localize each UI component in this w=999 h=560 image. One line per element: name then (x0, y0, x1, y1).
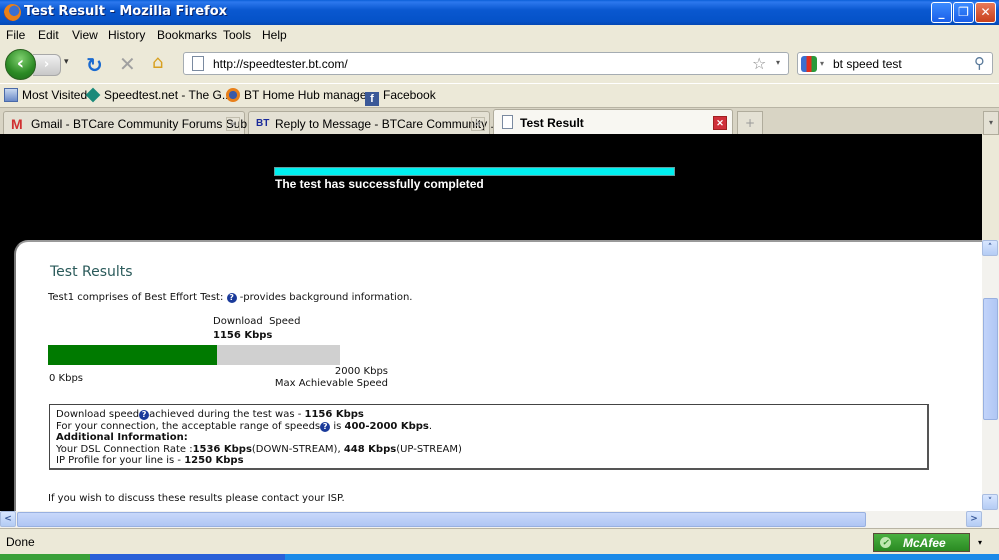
speedtest-icon (85, 87, 101, 103)
scroll-down-button[interactable]: ˅ (982, 494, 998, 510)
forward-button[interactable]: › (33, 54, 61, 76)
bookmark-most-visited[interactable]: Most Visited (4, 88, 87, 102)
page-content: The test has successfully completed Test… (0, 134, 982, 511)
download-speed-value: 1156 Kbps (213, 330, 273, 341)
history-dropdown-icon[interactable]: ▾ (64, 57, 69, 67)
info-line-dsl-rate: Your DSL Connection Rate :1536 Kbps(DOWN… (56, 443, 462, 455)
menu-tools[interactable]: Tools (223, 28, 251, 42)
tab-bar: M Gmail - BTCare Community Forums Sub...… (0, 107, 999, 135)
home-button[interactable]: ⌂ (152, 52, 163, 73)
close-button[interactable]: ✕ (975, 2, 996, 23)
scroll-up-button[interactable]: ˄ (982, 240, 998, 256)
tab-list-dropdown[interactable]: ▾ (983, 111, 999, 135)
status-text: Done (6, 535, 35, 549)
bt-hub-icon (226, 88, 240, 102)
back-button[interactable]: ‹ (5, 49, 36, 80)
scroll-right-button[interactable]: > (966, 511, 982, 527)
status-bar: Done ✓ McAfee ▾ (0, 528, 999, 554)
bookmark-facebook[interactable]: f Facebook (365, 88, 436, 106)
meter-min-label: 0 Kbps (49, 373, 84, 384)
intro-text: Test1 comprises of Best Effort Test: ? -… (48, 292, 413, 303)
title-bar: Test Result - Mozilla Firefox _ ❐ ✕ (0, 0, 999, 25)
bookmark-bt-home-hub[interactable]: BT Home Hub manage... (226, 88, 377, 102)
info-line-range: For your connection, the acceptable rang… (56, 420, 433, 432)
menu-file[interactable]: File (6, 28, 25, 42)
test-progress-bar (274, 167, 675, 176)
gmail-icon: M (11, 116, 23, 132)
menu-bar: File Edit View History Bookmarks Tools H… (0, 25, 999, 45)
search-input[interactable]: bt speed test (833, 57, 902, 71)
search-icon[interactable]: ⚲ (974, 54, 985, 72)
menu-bookmarks[interactable]: Bookmarks (157, 28, 217, 42)
vertical-scrollbar[interactable]: ˄ ˅ (982, 240, 999, 511)
info-box: Download speed? achieved during the test … (49, 404, 929, 470)
results-title: Test Results (50, 264, 133, 280)
meter-max-label: 2000 Kbps Max Achievable Speed (274, 366, 388, 389)
tab-close-button[interactable]: ✕ (471, 117, 485, 131)
page-icon (502, 115, 513, 129)
speed-meter (48, 345, 340, 365)
navigation-toolbar: › ‹ ▾ ↻ ✕ ⌂ http://speedtester.bt.com/ ☆… (0, 45, 999, 83)
mcafee-check-icon: ✓ (880, 537, 891, 548)
url-bar[interactable]: http://speedtester.bt.com/ ☆ ▾ (183, 52, 789, 75)
google-engine-icon[interactable] (801, 56, 817, 72)
download-speed-label: Download Speed (213, 316, 301, 327)
bookmarks-toolbar: Most Visited Speedtest.net - The G... BT… (0, 83, 999, 107)
window-title: Test Result - Mozilla Firefox (24, 4, 228, 19)
reload-button[interactable]: ↻ (86, 53, 103, 77)
scroll-left-button[interactable]: < (0, 511, 16, 527)
search-bar[interactable]: ▾ bt speed test ⚲ (797, 52, 993, 75)
new-tab-button[interactable]: + (737, 111, 763, 135)
test-status-message: The test has successfully completed (275, 177, 484, 191)
url-input[interactable]: http://speedtester.bt.com/ (213, 57, 348, 71)
tab-close-button[interactable]: ✕ (226, 117, 240, 131)
vertical-scroll-thumb[interactable] (983, 298, 998, 420)
tab-test-result[interactable]: Test Result ✕ (493, 109, 733, 135)
facebook-icon: f (365, 92, 379, 106)
horizontal-scrollbar[interactable]: < > (0, 511, 999, 528)
horizontal-scroll-thumb[interactable] (17, 512, 866, 527)
firefox-icon (4, 4, 21, 21)
most-visited-icon (4, 88, 18, 102)
minimize-button[interactable]: _ (931, 2, 952, 23)
results-panel: Test Results Test1 comprises of Best Eff… (14, 240, 982, 511)
engine-dropdown-icon[interactable]: ▾ (820, 59, 824, 68)
tab-reply-to-message[interactable]: BT Reply to Message - BTCare Community .… (248, 111, 500, 135)
tab-gmail[interactable]: M Gmail - BTCare Community Forums Sub...… (3, 111, 257, 135)
bt-icon: BT (256, 118, 270, 129)
contact-isp-text: If you wish to discuss these results ple… (48, 493, 345, 504)
taskbar (0, 554, 999, 560)
speed-meter-fill (48, 345, 217, 365)
tab-close-button[interactable]: ✕ (713, 116, 727, 130)
info-heading: Additional Information: (56, 432, 188, 443)
help-icon[interactable]: ? (320, 421, 331, 432)
maximize-button[interactable]: ❐ (953, 2, 974, 23)
menu-help[interactable]: Help (262, 28, 287, 42)
bookmark-speedtest[interactable]: Speedtest.net - The G... (85, 87, 232, 103)
mcafee-dropdown-icon[interactable]: ▾ (978, 538, 982, 547)
info-line-ip-profile: IP Profile for your line is - 1250 Kbps (56, 455, 244, 466)
help-icon[interactable]: ? (139, 410, 150, 420)
bookmark-star-icon[interactable]: ☆ (752, 54, 766, 73)
url-dropdown-icon[interactable]: ▾ (776, 58, 780, 67)
page-icon (192, 56, 204, 71)
menu-edit[interactable]: Edit (38, 28, 59, 42)
info-line-download: Download speed? achieved during the test … (56, 409, 364, 420)
help-icon[interactable]: ? (226, 293, 237, 303)
menu-history[interactable]: History (108, 28, 145, 42)
mcafee-button[interactable]: ✓ McAfee (873, 533, 970, 552)
menu-view[interactable]: View (72, 28, 98, 42)
stop-button[interactable]: ✕ (119, 52, 136, 76)
